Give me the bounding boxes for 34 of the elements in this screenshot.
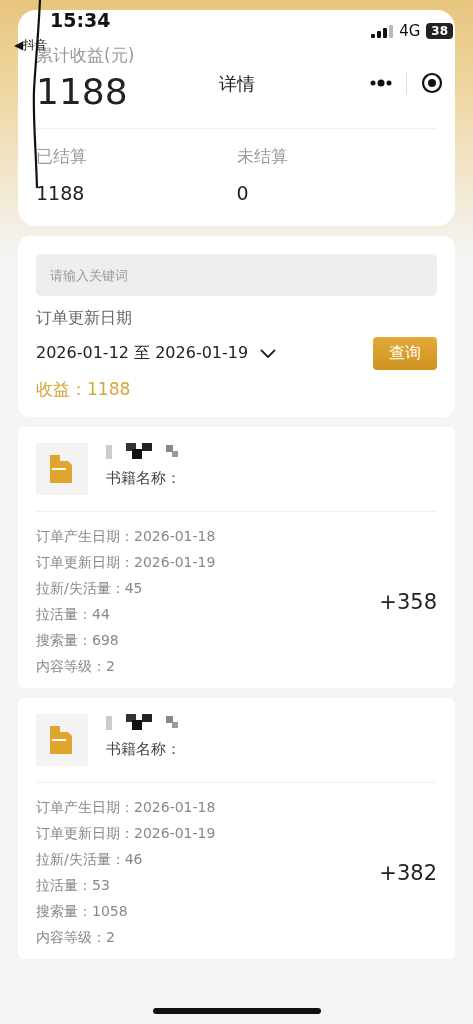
book-name-label: 书籍名称： bbox=[106, 469, 182, 488]
date-range[interactable]: 2026-01-12 至 2026-01-19 bbox=[36, 343, 249, 364]
date-label: 订单更新日期 bbox=[36, 308, 133, 329]
book-icon bbox=[36, 443, 88, 495]
order-detail: 内容等级：2 bbox=[36, 929, 116, 947]
battery-indicator: 38 bbox=[426, 23, 453, 39]
order-detail: 订单更新日期：2026-01-19 bbox=[36, 554, 216, 572]
order-detail: 拉新/失活量：45 bbox=[36, 580, 144, 598]
page-title: 详情 bbox=[218, 72, 255, 96]
unsettled-label: 未结算 bbox=[236, 145, 289, 168]
search-field[interactable]: 请输入关键词 bbox=[36, 254, 437, 296]
total-income: 1188 bbox=[36, 71, 128, 112]
settled-label: 已结算 bbox=[36, 145, 88, 168]
order-detail: 拉新/失活量：46 bbox=[36, 851, 144, 869]
book-icon bbox=[36, 714, 88, 766]
order-detail: 订单产生日期：2026-01-18 bbox=[36, 799, 216, 817]
settled-value: 1188 bbox=[36, 182, 86, 204]
signal-icon bbox=[371, 24, 394, 38]
order-detail: 订单更新日期：2026-01-19 bbox=[36, 825, 216, 843]
chevron-down-icon[interactable] bbox=[260, 348, 277, 359]
order-amount: +382 bbox=[379, 861, 437, 885]
network-label: 4G bbox=[399, 22, 421, 40]
order-detail: 订单产生日期：2026-01-18 bbox=[36, 528, 216, 546]
book-name-label: 书籍名称： bbox=[106, 740, 182, 759]
order-amount: +358 bbox=[379, 590, 437, 614]
status-time: 15:34 bbox=[50, 9, 111, 31]
order-detail: 内容等级：2 bbox=[36, 658, 116, 676]
close-icon[interactable] bbox=[421, 72, 443, 94]
order-detail: 搜索量：1058 bbox=[36, 903, 129, 921]
unsettled-value: 0 bbox=[236, 182, 250, 204]
order-detail: 拉活量：53 bbox=[36, 877, 111, 895]
order-detail: 搜索量：698 bbox=[36, 632, 120, 650]
income-total: 收益：1188 bbox=[36, 378, 132, 401]
order-detail: 拉活量：44 bbox=[36, 606, 111, 624]
